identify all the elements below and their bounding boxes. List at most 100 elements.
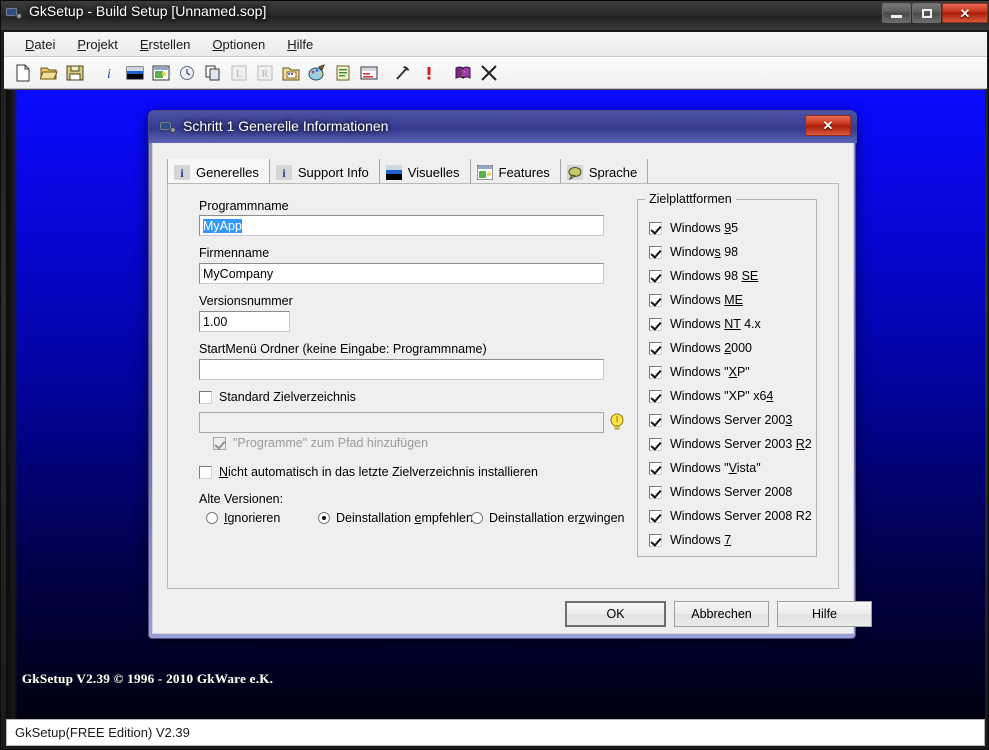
new-document-button[interactable] bbox=[10, 60, 35, 85]
copy-button[interactable] bbox=[200, 60, 225, 85]
platform-label: Windows "XP" bbox=[670, 365, 750, 379]
version-number-value: 1.00 bbox=[203, 314, 228, 329]
checkbox-box-icon bbox=[199, 465, 212, 479]
platform-windows-nt-4x[interactable]: Windows NT 4.x bbox=[649, 317, 761, 331]
platform-label: Windows 2000 bbox=[670, 341, 752, 355]
menu-projekt[interactable]: Projekt bbox=[66, 34, 128, 55]
exclamation-icon bbox=[427, 66, 430, 79]
platform-label: Windows ME bbox=[670, 293, 743, 307]
clock-icon bbox=[179, 65, 194, 80]
tab-visuelles[interactable]: Visuelles bbox=[380, 159, 471, 185]
platform-windows-server-2008-r2[interactable]: Windows Server 2008 R2 bbox=[649, 509, 812, 523]
open-project-button[interactable] bbox=[36, 60, 61, 85]
gksetup-app-icon bbox=[159, 121, 176, 133]
license-button[interactable]: L bbox=[226, 60, 251, 85]
files-button[interactable] bbox=[278, 60, 303, 85]
image-window-button[interactable] bbox=[148, 60, 173, 85]
dialog-body: i Generelles i Support Info Visuelles Fe… bbox=[152, 143, 872, 634]
build-button[interactable] bbox=[390, 60, 415, 85]
platform-label: Windows 98 SE bbox=[670, 269, 759, 283]
clock-button[interactable] bbox=[174, 60, 199, 85]
help-button[interactable]: ? bbox=[450, 60, 475, 85]
old-versions-option-deinstallation-erzwingen[interactable]: Deinstallation erzwingen bbox=[471, 511, 625, 525]
help-button[interactable]: Hilfe bbox=[777, 601, 872, 627]
platform-windows-server-2003-r2[interactable]: Windows Server 2003 R2 bbox=[649, 437, 812, 451]
exit-button[interactable] bbox=[476, 60, 501, 85]
tab-sprache[interactable]: Sprache bbox=[561, 159, 649, 185]
close-icon: ✕ bbox=[959, 5, 971, 21]
menu-erstellen[interactable]: Erstellen bbox=[129, 34, 202, 55]
application-window: GkSetup - Build Setup [Unnamed.sop] ✕ Da… bbox=[0, 0, 989, 750]
dialog-close-button[interactable]: ✕ bbox=[805, 115, 851, 136]
platform-windows-2000[interactable]: Windows 2000 bbox=[649, 341, 752, 355]
company-name-input[interactable]: MyCompany bbox=[199, 263, 604, 284]
version-number-input[interactable]: 1.00 bbox=[199, 311, 290, 332]
target-dir-input[interactable] bbox=[199, 412, 604, 433]
banner-button[interactable] bbox=[122, 60, 147, 85]
platform-windows-xp-x64[interactable]: Windows "XP" x64 bbox=[649, 389, 773, 403]
info-button[interactable]: i bbox=[96, 60, 121, 85]
info-blue-icon: i bbox=[174, 164, 190, 180]
dialog-list-icon bbox=[360, 66, 377, 79]
toolbar-separator bbox=[88, 60, 96, 85]
ok-button[interactable]: OK bbox=[565, 601, 666, 627]
window-controls: ✕ bbox=[882, 3, 988, 23]
platform-windows-xp[interactable]: Windows "XP" bbox=[649, 365, 750, 379]
no-auto-last-target-label: Nicht automatisch in das letzte Zielverz… bbox=[219, 465, 538, 479]
checkbox-box-icon bbox=[649, 509, 662, 523]
window-title: GkSetup - Build Setup [Unnamed.sop] bbox=[29, 3, 267, 19]
standard-target-dir-checkbox[interactable]: Standard Zielverzeichnis bbox=[199, 390, 356, 404]
tab-features[interactable]: Features bbox=[471, 159, 561, 185]
maximize-button[interactable] bbox=[912, 3, 941, 23]
cancel-button[interactable]: Abbrechen bbox=[674, 601, 769, 627]
radio-label: Ignorieren bbox=[224, 511, 281, 525]
platform-windows-7[interactable]: Windows 7 bbox=[649, 533, 731, 547]
minimize-button[interactable] bbox=[882, 3, 911, 23]
company-name-label: Firmenname bbox=[199, 246, 270, 260]
save-project-button[interactable] bbox=[62, 60, 87, 85]
tab-support-info[interactable]: i Support Info bbox=[270, 159, 380, 185]
platform-windows-server-2008[interactable]: Windows Server 2008 bbox=[649, 485, 792, 499]
tab-generelles[interactable]: i Generelles bbox=[167, 159, 270, 185]
open-folder-icon bbox=[39, 67, 58, 79]
notes-button[interactable] bbox=[330, 60, 355, 85]
add-programs-to-path-checkbox[interactable]: "Programme" zum Pfad hinzufügen bbox=[213, 436, 428, 450]
appearance-button[interactable] bbox=[304, 60, 329, 85]
menu-hilfe[interactable]: Hilfe bbox=[276, 34, 324, 55]
mdi-client-area: GkSetup V2.39 © 1996 - 2010 GkWare e.K. … bbox=[6, 89, 985, 719]
target-dir-hint-button[interactable] bbox=[608, 411, 625, 433]
dialogs-button[interactable] bbox=[356, 60, 381, 85]
platform-windows-98[interactable]: Windows 98 bbox=[649, 245, 738, 259]
platform-windows-98-se[interactable]: Windows 98 SE bbox=[649, 269, 758, 283]
menu-datei[interactable]: Datei bbox=[14, 34, 66, 55]
statusbar-text: GkSetup(FREE Edition) V2.39 bbox=[15, 725, 190, 740]
tab-label: Support Info bbox=[297, 164, 369, 180]
toolbar-separator bbox=[382, 60, 390, 85]
platform-windows-95[interactable]: Windows 95 bbox=[649, 221, 738, 235]
platform-windows-vista[interactable]: Windows "Vista" bbox=[649, 461, 761, 475]
checkbox-box-icon bbox=[649, 341, 662, 355]
speech-bubble-icon bbox=[566, 164, 583, 180]
platform-windows-me[interactable]: Windows ME bbox=[649, 293, 743, 307]
old-versions-option-ignorieren[interactable]: Ignorieren bbox=[206, 511, 280, 525]
old-versions-option-deinstallation-empfehlen[interactable]: Deinstallation empfehlen bbox=[318, 511, 473, 525]
register-button[interactable]: R bbox=[252, 60, 277, 85]
dialog-titlebar: Schritt 1 Generelle Informationen ✕ bbox=[149, 111, 857, 143]
platform-windows-server-2003[interactable]: Windows Server 2003 bbox=[649, 413, 792, 427]
no-auto-last-target-checkbox[interactable]: Nicht automatisch in das letzte Zielverz… bbox=[199, 465, 538, 479]
target-platforms-legend: Zielplattformen bbox=[645, 192, 736, 206]
startmenu-folder-label: StartMenü Ordner (keine Eingabe: Program… bbox=[199, 342, 487, 356]
platform-label: Windows Server 2003 R2 bbox=[670, 437, 812, 451]
checkbox-box-icon bbox=[649, 437, 662, 451]
close-icon: ✕ bbox=[822, 117, 834, 133]
radio-button-icon bbox=[318, 512, 330, 524]
ok-button-label: OK bbox=[606, 607, 625, 621]
platform-label: Windows 98 bbox=[670, 245, 739, 259]
close-button[interactable]: ✕ bbox=[942, 3, 988, 23]
errors-button[interactable] bbox=[416, 60, 441, 85]
program-name-input[interactable]: MyApp bbox=[199, 215, 604, 236]
paint-palette-icon bbox=[308, 63, 325, 80]
startmenu-folder-input[interactable] bbox=[199, 359, 604, 380]
menu-optionen[interactable]: Optionen bbox=[201, 34, 276, 55]
toolbar: i L R ? bbox=[4, 57, 987, 89]
